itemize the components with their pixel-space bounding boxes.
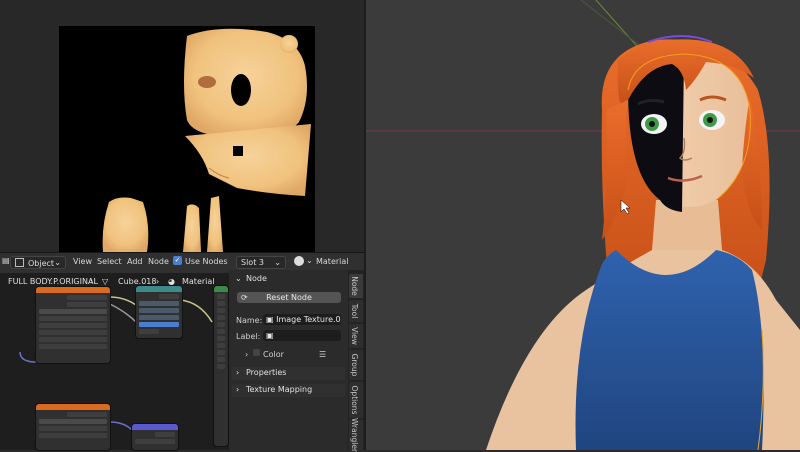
texture-uv-islands: [102, 28, 311, 252]
tab-group[interactable]: Group: [349, 350, 363, 380]
principled-bsdf-node[interactable]: [214, 286, 228, 446]
eye-hole: [231, 74, 251, 106]
image-icon: ▣: [266, 315, 274, 324]
tab-wrangler[interactable]: Wrangler: [349, 418, 363, 452]
color-checkbox[interactable]: [253, 349, 260, 356]
node-label-field[interactable]: ▣: [263, 330, 341, 341]
tab-node[interactable]: Node: [349, 274, 363, 298]
reset-icon: ⟳: [241, 293, 248, 302]
editor-type-icon[interactable]: ▤: [2, 256, 10, 268]
dress: [575, 250, 764, 450]
chevron-down-icon[interactable]: ⌄: [306, 256, 313, 265]
use-nodes-checkbox[interactable]: ✓: [173, 256, 182, 265]
character-render: [366, 0, 800, 450]
material-label: Material: [316, 257, 349, 266]
node-header: [36, 287, 110, 293]
chevron-right-icon: ›: [236, 385, 240, 394]
material-sphere-icon[interactable]: [294, 256, 304, 266]
node-links: [19, 296, 213, 431]
menu-add[interactable]: Add: [127, 257, 143, 266]
chevron-down-icon: ⌄: [54, 258, 61, 267]
normal-map-node[interactable]: [132, 424, 178, 450]
name-label: Name:: [236, 316, 263, 325]
use-nodes-label: Use Nodes: [185, 257, 228, 266]
menu-view[interactable]: View: [73, 257, 92, 266]
object-icon: [15, 258, 24, 267]
menu-select[interactable]: Select: [97, 257, 122, 266]
slot-dropdown[interactable]: Slot 3 ⌄: [236, 256, 286, 269]
image-icon: ▣: [266, 331, 274, 340]
texture-mapping-panel-header[interactable]: › Texture Mapping: [232, 384, 345, 397]
tab-tool[interactable]: Tool: [349, 300, 363, 322]
tab-options[interactable]: Options: [349, 382, 363, 418]
sidebar-tabs: Node Tool View Group Options Wrangler: [348, 270, 364, 452]
reset-node-button[interactable]: ⟳ Reset Node: [237, 292, 341, 303]
image-texture-node[interactable]: [36, 287, 110, 363]
tab-view[interactable]: View: [349, 324, 363, 348]
node-sidebar: ⌄ Node ⟳ Reset Node Name: ▣ Image Textur…: [229, 270, 348, 450]
properties-panel-header[interactable]: › Properties: [232, 367, 345, 380]
color-mix-node[interactable]: [136, 286, 182, 338]
uv-texture-preview: [59, 26, 315, 252]
object-type-dropdown[interactable]: Object ⌄: [10, 256, 66, 269]
chevron-down-icon: ⌄: [274, 258, 281, 267]
chevron-right-icon[interactable]: ›: [245, 350, 248, 359]
color-label: Color: [263, 350, 284, 359]
label-label: Label:: [236, 332, 261, 341]
chevron-right-icon: ›: [236, 368, 240, 377]
3d-viewport[interactable]: [366, 0, 800, 450]
image-texture-node-2[interactable]: [36, 404, 110, 450]
node-panel-header[interactable]: ⌄ Node: [232, 274, 345, 287]
node-header: [136, 286, 182, 292]
node-name-field[interactable]: ▣ Image Texture.001: [263, 314, 341, 325]
list-icon[interactable]: ☰: [319, 350, 326, 359]
chevron-down-icon: ⌄: [235, 274, 242, 283]
menu-node[interactable]: Node: [148, 257, 169, 266]
